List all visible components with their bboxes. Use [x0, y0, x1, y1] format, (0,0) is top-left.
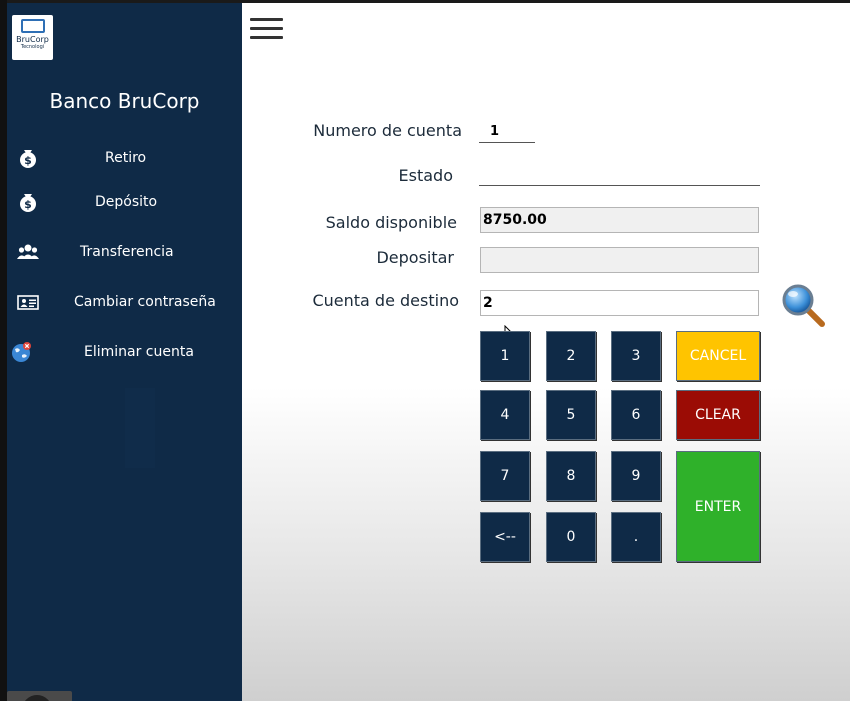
saldo-label: Saldo disponible	[325, 213, 457, 232]
money-bag-icon: $	[20, 150, 36, 168]
sidebar-item-transferencia[interactable]: Transferencia	[7, 235, 242, 269]
sidebar-item-retiro[interactable]: $ Retiro	[7, 141, 242, 175]
sidebar-item-label: Depósito	[95, 194, 158, 210]
money-bag-icon: $	[20, 194, 36, 212]
key-6[interactable]: 6	[611, 390, 661, 440]
saldo-field: 8750.00	[480, 207, 759, 233]
sidebar-item-eliminar-cuenta[interactable]: Eliminar cuenta	[7, 335, 242, 369]
key-8[interactable]: 8	[546, 451, 596, 501]
enter-button[interactable]: ENTER	[676, 451, 760, 562]
key-1[interactable]: 1	[480, 331, 530, 381]
key-0[interactable]: 0	[546, 512, 596, 562]
sidebar-shade	[125, 388, 155, 468]
depositar-label: Depositar	[376, 248, 454, 267]
clear-button[interactable]: CLEAR	[676, 390, 760, 440]
sidebar-item-deposito[interactable]: $ Depósito	[7, 185, 242, 219]
taskbar-fragment	[7, 691, 72, 701]
depositar-field[interactable]	[480, 247, 759, 273]
sidebar: BruCorp Tecnologi Banco BruCorp $ Retiro…	[7, 3, 242, 701]
estado-label: Estado	[398, 166, 453, 185]
key-7[interactable]: 7	[480, 451, 530, 501]
key-2[interactable]: 2	[546, 331, 596, 381]
brucorp-logo: BruCorp Tecnologi	[12, 15, 53, 60]
menu-icon[interactable]	[250, 18, 283, 40]
id-card-icon	[17, 295, 39, 310]
key-backspace[interactable]: <--	[480, 512, 530, 562]
estado-underline	[479, 185, 760, 186]
key-9[interactable]: 9	[611, 451, 661, 501]
key-3[interactable]: 3	[611, 331, 661, 381]
logo-text-line2: Tecnologi	[20, 44, 45, 50]
laptop-icon	[20, 19, 45, 33]
logo-text-line1: BruCorp	[16, 35, 49, 44]
sidebar-item-label: Retiro	[105, 150, 147, 166]
sidebar-item-cambiar-contrasena[interactable]: Cambiar contraseña	[7, 285, 242, 319]
main-panel: Numero de cuenta 1 Estado Saldo disponib…	[242, 3, 850, 701]
sidebar-item-label: Cambiar contraseña	[74, 294, 216, 310]
numero-cuenta-label: Numero de cuenta	[313, 121, 462, 140]
window-edge	[0, 0, 7, 701]
sidebar-item-label: Eliminar cuenta	[84, 344, 194, 360]
svg-text:$: $	[24, 154, 32, 167]
numero-cuenta-value: 1	[490, 124, 500, 139]
key-dot[interactable]: .	[611, 512, 661, 562]
cancel-button[interactable]: CANCEL	[676, 331, 760, 381]
globe-remove-icon	[12, 342, 31, 362]
bank-name: Banco BruCorp	[49, 89, 200, 113]
numero-cuenta-underline	[479, 142, 535, 143]
search-icon[interactable]	[781, 283, 827, 329]
key-4[interactable]: 4	[480, 390, 530, 440]
sidebar-item-label: Transferencia	[80, 244, 174, 260]
app-window: BruCorp Tecnologi Banco BruCorp $ Retiro…	[0, 0, 850, 701]
key-5[interactable]: 5	[546, 390, 596, 440]
cuenta-destino-field[interactable]: 2	[480, 290, 759, 316]
users-icon	[17, 244, 39, 259]
cuenta-destino-label: Cuenta de destino	[312, 291, 459, 310]
svg-text:$: $	[24, 198, 32, 211]
